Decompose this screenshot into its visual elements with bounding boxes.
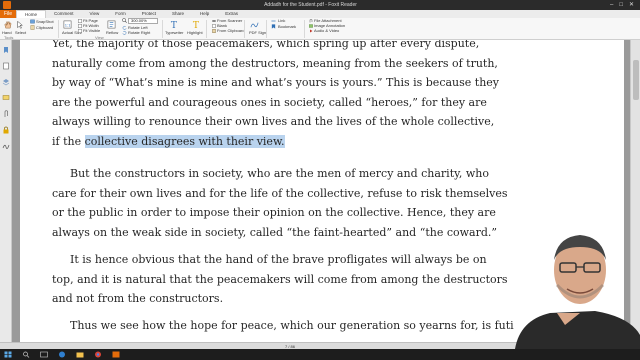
webcam-presenter-overlay — [515, 235, 640, 349]
reflow-icon[interactable] — [107, 20, 116, 29]
text-line: or the public in order to impose their o… — [52, 206, 496, 219]
bookmark-label[interactable]: Bookmark — [278, 24, 296, 29]
edge-browser-icon[interactable] — [58, 351, 66, 358]
svg-text:T: T — [193, 21, 199, 29]
title-bar: Addadh for the Student.pdf - Foxit Reade… — [0, 0, 640, 10]
scanner-icon[interactable] — [212, 19, 216, 23]
security-lock-icon[interactable] — [2, 126, 10, 134]
pdf-sign-label[interactable]: PDF Sign — [249, 30, 266, 35]
windows-taskbar — [0, 349, 640, 360]
fit-width-icon[interactable] — [78, 24, 82, 28]
blank-page-icon[interactable] — [212, 24, 216, 28]
text-line: naturally come from among the destructor… — [52, 56, 498, 70]
image-annotation-icon[interactable] — [309, 24, 313, 28]
tab-extras[interactable]: Extras — [217, 10, 246, 18]
tab-form[interactable]: Form — [107, 10, 134, 18]
fit-visible-icon[interactable] — [78, 29, 82, 33]
pdf-sign-icon[interactable] — [250, 20, 259, 29]
audio-video-label[interactable]: Audio & Video — [314, 28, 339, 33]
zoom-level-input[interactable]: 300.00% — [128, 18, 158, 24]
ribbon-separator — [58, 20, 59, 38]
close-icon[interactable]: ✕ — [629, 0, 634, 10]
bookmarks-panel-icon[interactable] — [2, 46, 10, 54]
tab-protect[interactable]: Protect — [134, 10, 164, 18]
search-icon[interactable] — [22, 351, 30, 358]
actual-size-icon[interactable]: 1:1 — [63, 20, 72, 29]
typewriter-icon[interactable]: T — [170, 20, 179, 29]
select-label[interactable]: Select — [15, 30, 26, 35]
minimize-icon[interactable]: – — [610, 0, 613, 10]
link-icon[interactable] — [271, 19, 276, 23]
scrollbar-thumb[interactable] — [633, 60, 639, 100]
chrome-icon[interactable] — [94, 351, 102, 358]
text-line: if the collective disagrees with their v… — [52, 132, 572, 152]
ribbon-separator — [206, 20, 207, 38]
svg-text:T: T — [171, 21, 177, 29]
window-title: Addadh for the Student.pdf - Foxit Reade… — [264, 2, 357, 8]
text-line: by way of “What’s mine is mine and what’… — [52, 76, 499, 89]
selected-text-highlight[interactable]: collective disagrees with their view. — [84, 134, 285, 148]
ribbon-separator — [162, 20, 163, 38]
reflow-label[interactable]: Reflow — [106, 30, 118, 35]
tab-view[interactable]: View — [82, 10, 108, 18]
fit-visible-label[interactable]: Fit Visible — [83, 28, 100, 33]
fit-page-icon[interactable] — [78, 19, 82, 23]
ribbon-separator — [244, 20, 245, 38]
file-attachment-icon[interactable] — [309, 19, 313, 23]
rotate-right-label[interactable]: Rotate Right — [128, 30, 150, 35]
tab-comment[interactable]: Comment — [46, 10, 82, 18]
hand-icon[interactable] — [3, 20, 12, 29]
from-clipboard-icon[interactable] — [212, 29, 216, 33]
text-line: care for their own lives and for the lif… — [52, 186, 508, 200]
task-view-icon[interactable] — [40, 351, 48, 358]
paragraph-2-first-line: But the constructors in society, who are… — [70, 167, 489, 180]
paragraph-3: top, and it is natural that the peacemak… — [52, 270, 572, 309]
text-line: top, and it is natural that the peacemak… — [52, 272, 508, 286]
signatures-panel-icon[interactable] — [2, 142, 10, 150]
highlight-icon[interactable]: T — [192, 20, 201, 29]
ribbon-toolbar: Hand Select SnapShot Clipboard Tools 1:1… — [0, 18, 640, 40]
typewriter-label[interactable]: Typewriter — [165, 30, 183, 35]
rotate-right-icon[interactable] — [122, 30, 127, 35]
tab-share[interactable]: Share — [164, 10, 192, 18]
text-line: and not from the constructors. — [52, 292, 224, 305]
layers-panel-icon[interactable] — [2, 78, 10, 86]
attachments-panel-icon[interactable] — [2, 110, 10, 118]
text-line: always willing to renounce their own liv… — [52, 115, 495, 128]
tab-help[interactable]: Help — [192, 10, 217, 18]
window-controls: – □ ✕ — [610, 0, 634, 10]
highlight-label[interactable]: Highlight — [187, 30, 203, 35]
from-clipboard-label[interactable]: From Clipboard — [217, 28, 245, 33]
pages-panel-icon[interactable] — [2, 62, 10, 70]
snapshot-label[interactable]: SnapShot — [36, 19, 54, 24]
text-line: Yet, the majority of those peacemakers, … — [52, 40, 480, 50]
foxit-reader-taskbar-icon[interactable] — [112, 351, 120, 358]
select-cursor-icon[interactable] — [16, 20, 24, 29]
svg-text:1:1: 1:1 — [65, 23, 71, 27]
tab-file[interactable]: File — [0, 10, 16, 18]
clipboard-icon[interactable] — [30, 25, 35, 30]
comments-panel-icon[interactable] — [2, 94, 10, 102]
ribbon-separator — [266, 20, 267, 38]
snapshot-icon[interactable] — [30, 19, 35, 24]
ribbon-separator — [304, 20, 305, 38]
link-label[interactable]: Link — [278, 18, 285, 23]
file-explorer-icon[interactable] — [76, 351, 84, 358]
paragraph-2: care for their own lives and for the lif… — [52, 184, 572, 243]
audio-video-icon[interactable] — [309, 29, 313, 33]
zoom-in-icon[interactable] — [122, 18, 127, 23]
text-span: if the — [52, 134, 85, 148]
bookmark-icon[interactable] — [271, 24, 276, 29]
windows-start-icon[interactable] — [4, 351, 12, 358]
navigation-panel — [0, 40, 12, 342]
clipboard-label[interactable]: Clipboard — [36, 25, 53, 30]
ribbon-tabs: File Home Comment View Form Protect Shar… — [0, 9, 640, 19]
text-line: always on the weak side in society, call… — [52, 225, 498, 239]
paragraph-1: Yet, the majority of those peacemakers, … — [52, 40, 572, 151]
foxit-app-icon[interactable] — [3, 1, 11, 9]
text-line: are the powerful and courageous ones in … — [52, 95, 487, 109]
maximize-icon[interactable]: □ — [619, 0, 623, 10]
